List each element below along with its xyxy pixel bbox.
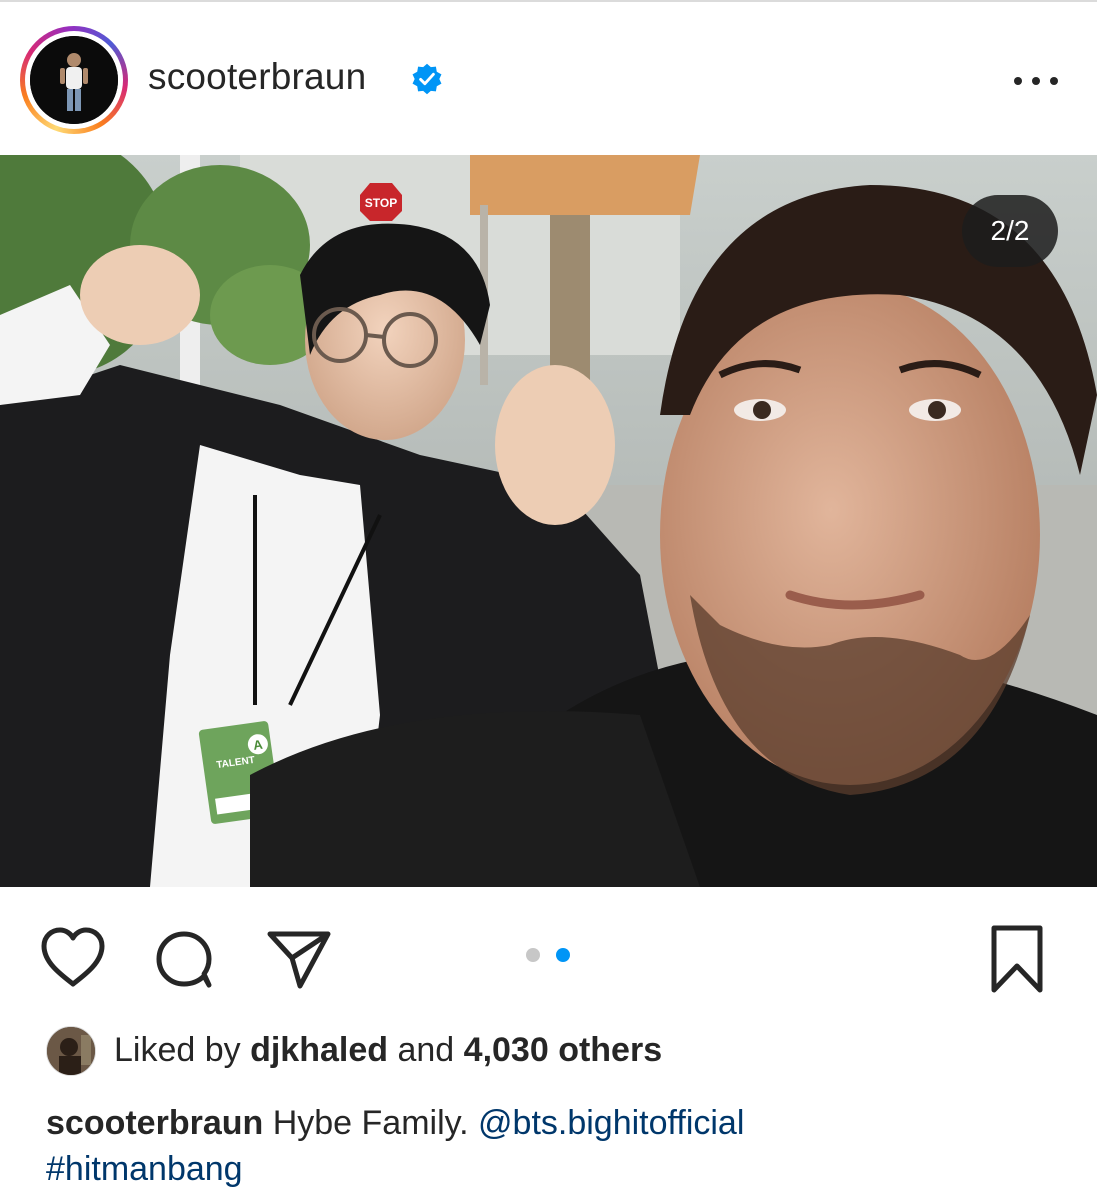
story-ring[interactable]	[20, 26, 128, 134]
post-username[interactable]: scooterbraun	[148, 56, 366, 98]
profile-avatar[interactable]	[30, 36, 118, 124]
caption-hashtag[interactable]: #hitmanbang	[46, 1150, 243, 1188]
likes-text: Liked by djkhaled and 4,030 others	[114, 1031, 663, 1069]
paper-plane-icon[interactable]	[264, 926, 334, 992]
post-photo[interactable]: STOP TALENT A 2/2	[0, 155, 1097, 887]
likes-count[interactable]: 4,030 others	[464, 1031, 662, 1069]
post-header: scooterbraun	[0, 18, 1097, 138]
post-caption: scooterbraun Hybe Family. @bts.bighitoff…	[46, 1100, 1066, 1192]
carousel-indicator	[526, 948, 574, 962]
more-options-icon[interactable]	[1010, 70, 1062, 92]
comment-icon[interactable]	[152, 926, 218, 992]
top-divider	[0, 0, 1097, 2]
carousel-dot-2	[556, 948, 570, 962]
verified-badge-icon	[412, 63, 442, 95]
action-bar	[0, 910, 1097, 1000]
caption-username[interactable]: scooterbraun	[46, 1104, 263, 1142]
avatar-figure	[30, 36, 118, 124]
liked-by-username[interactable]: djkhaled	[250, 1031, 388, 1069]
liker-avatar[interactable]	[46, 1026, 96, 1076]
heart-icon[interactable]	[38, 926, 108, 990]
caption-text: Hybe Family.	[272, 1104, 469, 1142]
caption-mention[interactable]: @bts.bighitofficial	[478, 1104, 744, 1142]
bookmark-icon[interactable]	[988, 924, 1046, 994]
image-counter: 2/2	[962, 195, 1058, 267]
carousel-dot-1	[526, 948, 540, 962]
stop-sign-text: STOP	[365, 196, 397, 210]
selfie-image: STOP TALENT A	[0, 155, 1097, 887]
